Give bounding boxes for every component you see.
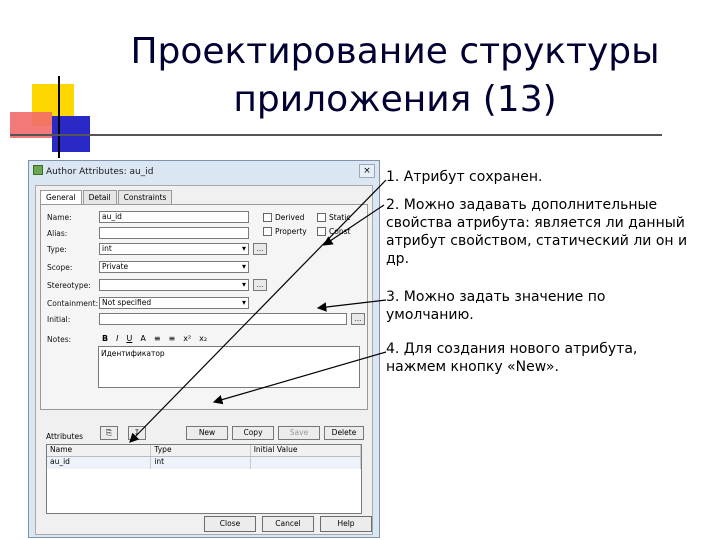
close-button[interactable]: Close (204, 516, 256, 532)
bullet-list-button[interactable]: ≡ (154, 334, 161, 343)
scope-select[interactable]: Private (99, 261, 249, 273)
decor-vertical-line (58, 76, 60, 158)
initial-field[interactable] (99, 313, 347, 325)
scope-label: Scope: (47, 263, 73, 272)
bullet-3-text: 3. Можно задать значение по умолчанию. (386, 289, 606, 323)
property-label: Property (275, 227, 307, 236)
help-button[interactable]: Help (320, 516, 372, 532)
type-label: Type: (47, 245, 67, 254)
new-button[interactable]: New (186, 426, 228, 440)
static-checkbox[interactable] (317, 213, 326, 222)
bold-button[interactable]: B (102, 334, 108, 343)
attributes-label: Attributes (46, 432, 84, 441)
cell-type: int (151, 457, 251, 469)
name-label: Name: (47, 213, 72, 222)
superscript-button[interactable]: x² (183, 334, 191, 343)
numbered-list-button[interactable]: ≡ (169, 334, 176, 343)
slide-title: Проектирование структуры приложения (13) (90, 28, 700, 124)
derived-label: Derived (275, 213, 305, 222)
const-label: Const (329, 227, 351, 236)
slide-title-line2: приложения (13) (233, 79, 557, 120)
cancel-button[interactable]: Cancel (262, 516, 314, 532)
notes-label: Notes: (47, 335, 72, 344)
bullet-4-text: 4. Для создания нового атрибута, нажмем … (386, 341, 638, 375)
cell-name: au_id (47, 457, 152, 469)
bullet-3: 3. Можно задать значение по умолчанию. (386, 288, 676, 324)
slide-title-line1: Проектирование структуры (130, 31, 660, 72)
name-field[interactable]: au_id (99, 211, 249, 223)
attributes-grid: Name Type Initial Value au_id int (46, 444, 362, 514)
stereotype-browse-button[interactable]: ... (253, 279, 267, 291)
alias-field[interactable] (99, 227, 249, 239)
bullet-1-text: 1. Атрибут сохранен. (386, 169, 543, 185)
cell-initial-value (251, 457, 361, 469)
property-checkbox[interactable] (263, 227, 272, 236)
column-type[interactable]: Type (151, 445, 251, 456)
title-underline (10, 134, 662, 136)
bullet-4: 4. Для создания нового атрибута, нажмем … (386, 340, 686, 376)
delete-button[interactable]: Delete (324, 426, 364, 440)
column-name[interactable]: Name (47, 445, 152, 456)
type-browse-button[interactable]: ... (253, 243, 267, 255)
italic-button[interactable]: I (116, 334, 118, 343)
static-label: Static (329, 213, 351, 222)
dialog-body: General Detail Constraints Name: au_id A… (35, 185, 373, 535)
tab-general[interactable]: General (40, 190, 82, 205)
derived-checkbox[interactable] (263, 213, 272, 222)
table-row[interactable]: au_id int (47, 457, 361, 469)
attribute-copy-icon[interactable]: ⎘ (100, 426, 118, 440)
bullet-1: 1. Атрибут сохранен. (386, 168, 542, 186)
containment-label: Containment: (47, 299, 99, 308)
bullet-2: 2. Можно задавать дополнительные свойств… (386, 196, 696, 268)
initial-label: Initial: (47, 315, 71, 324)
attributes-dialog: Author Attributes: au_id × General Detai… (28, 160, 380, 538)
class-icon (33, 165, 43, 175)
grid-header: Name Type Initial Value (47, 445, 361, 457)
bullet-2-text: 2. Можно задавать дополнительные свойств… (386, 197, 688, 267)
notes-textarea[interactable]: Идентификатор (98, 346, 360, 388)
subscript-button[interactable]: x₂ (199, 334, 207, 343)
type-select[interactable]: int (99, 243, 249, 255)
initial-browse-button[interactable]: ... (351, 313, 365, 325)
close-icon[interactable]: × (359, 164, 375, 178)
tab-detail[interactable]: Detail (82, 190, 117, 204)
stereotype-select[interactable] (99, 279, 249, 291)
stereotype-label: Stereotype: (47, 281, 91, 290)
alias-label: Alias: (47, 229, 68, 238)
save-button[interactable]: Save (278, 426, 320, 440)
tab-strip: General Detail Constraints (40, 190, 173, 205)
underline-button[interactable]: U (126, 334, 132, 343)
column-initial-value[interactable]: Initial Value (251, 445, 361, 456)
containment-select[interactable]: Not specified (99, 297, 249, 309)
attribute-move-icon[interactable]: ↧ (128, 426, 146, 440)
notes-toolbar: B I U A ≡ ≡ x² x₂ (98, 330, 358, 346)
dialog-title: Author Attributes: au_id (46, 167, 154, 177)
copy-button[interactable]: Copy (232, 426, 274, 440)
dialog-title-bar: Author Attributes: au_id (33, 165, 153, 183)
tab-constraints[interactable]: Constraints (117, 190, 173, 204)
font-color-button[interactable]: A (140, 334, 145, 343)
const-checkbox[interactable] (317, 227, 326, 236)
